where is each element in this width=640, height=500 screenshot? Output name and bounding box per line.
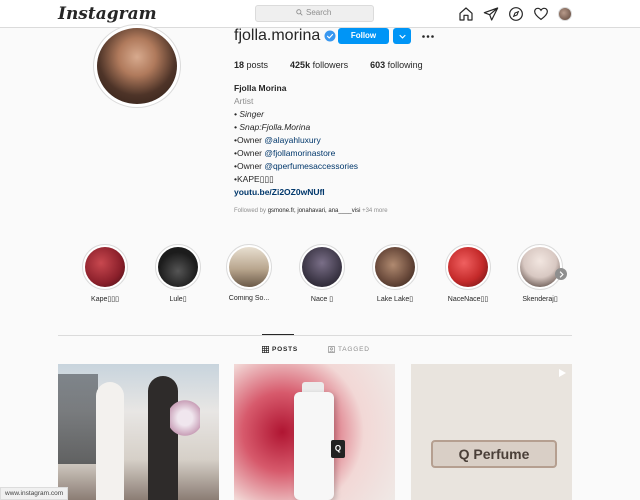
search-icon	[296, 9, 303, 16]
tab-tagged[interactable]: TAGGED	[328, 346, 370, 353]
profile-picture-image	[97, 28, 177, 104]
bio-website-link[interactable]: youtu.be/Zi2OZ0wNUfI	[234, 186, 358, 199]
highlight-label: Lake Lake▯	[376, 296, 414, 303]
followed-by-names: gsmone.fr, jonahavari, ana____visi	[267, 208, 361, 214]
highlight-item[interactable]: Lake Lake▯	[365, 244, 425, 303]
tabs-divider	[58, 335, 572, 336]
followers-count-value: 425k	[290, 60, 311, 70]
highlights-next-button[interactable]	[555, 268, 567, 280]
video-icon	[559, 369, 566, 377]
suggested-accounts-button[interactable]	[393, 28, 411, 44]
following-count-value: 603	[370, 60, 386, 70]
search-input[interactable]: Search	[255, 5, 374, 22]
followed-by[interactable]: Followed by gsmone.fr, jonahavari, ana__…	[234, 208, 388, 214]
more-options-button[interactable]	[421, 28, 435, 44]
search-placeholder: Search	[306, 8, 332, 17]
highlight-label: Nace ▯	[310, 296, 334, 303]
post-thumbnail[interactable]: Q	[234, 364, 395, 500]
followed-by-more: +34 more	[360, 208, 388, 214]
top-navigation-bar: Instagram Search	[0, 0, 640, 28]
tab-posts-label: POSTS	[272, 346, 299, 353]
tab-posts[interactable]: POSTS	[262, 346, 298, 353]
chevron-down-icon	[398, 34, 406, 39]
mention-link-qperfumesaccessories[interactable]: @qperfumesaccessories	[264, 161, 358, 171]
following-count-label: following	[387, 60, 423, 70]
post-photo-person	[148, 376, 178, 500]
activity-heart-icon[interactable]	[533, 6, 549, 22]
post-thumbnail[interactable]: Q Perfume	[411, 364, 572, 500]
mention-link-alayahluxury[interactable]: @alayahluxury	[264, 135, 320, 145]
direct-icon[interactable]	[483, 6, 499, 22]
grid-icon	[262, 346, 269, 353]
bio-line-owner-2: •Owner @fjollamorinastore	[234, 147, 358, 160]
perfume-bottle	[294, 392, 334, 500]
posts-count: 18 posts	[234, 60, 268, 70]
instagram-logo[interactable]: Instagram	[58, 4, 157, 24]
following-link[interactable]: 603 following	[370, 60, 423, 70]
highlight-item[interactable]: Kape▯▯▯	[75, 244, 135, 303]
post-photo-crowd	[58, 374, 98, 464]
verified-badge-icon	[324, 30, 336, 42]
posts-count-value: 18	[234, 60, 245, 70]
profile-picture[interactable]	[93, 24, 181, 108]
profile-bio: Fjolla Morina Artist • Singer • Snap:Fjo…	[234, 82, 358, 199]
highlight-label: Lule▯	[169, 296, 187, 303]
profile-username: fjolla.morina	[234, 27, 321, 44]
bio-owner-prefix: •Owner	[234, 148, 265, 158]
highlight-item[interactable]: Coming So...	[219, 244, 279, 302]
highlight-cover	[448, 247, 488, 287]
explore-icon[interactable]	[508, 6, 524, 22]
home-icon[interactable]	[458, 6, 474, 22]
q-perfume-sign: Q Perfume	[431, 440, 557, 468]
username-row: fjolla.morina	[234, 27, 336, 45]
tagged-icon	[328, 346, 335, 353]
active-tab-indicator	[262, 334, 294, 335]
posts-count-label: posts	[246, 60, 269, 70]
highlight-cover	[375, 247, 415, 287]
bio-line-owner-3: •Owner @qperfumesaccessories	[234, 160, 358, 173]
bio-line-snap: • Snap:Fjolla.Morina	[234, 122, 311, 132]
bio-line-owner-1: •Owner @alayahluxury	[234, 134, 358, 147]
mention-link-fjollamorinastore[interactable]: @fjollamorinastore	[264, 148, 335, 158]
profile-avatar[interactable]	[558, 7, 572, 21]
followers-count-label: followers	[312, 60, 349, 70]
highlight-cover	[520, 247, 560, 287]
highlight-item[interactable]: Nace ▯	[292, 244, 352, 303]
perfume-bottle-label: Q	[331, 440, 345, 458]
post-thumbnail[interactable]	[58, 364, 219, 500]
bio-line-kape: •KAPE▯▯▯	[234, 174, 274, 184]
highlight-cover	[229, 247, 269, 287]
highlight-cover	[302, 247, 342, 287]
highlight-label: Skenderaj▯	[522, 296, 558, 303]
followers-link[interactable]: 425k followers	[290, 60, 348, 70]
chevron-right-icon	[559, 270, 564, 278]
highlight-cover	[85, 247, 125, 287]
more-dots-icon	[422, 34, 434, 38]
highlight-item[interactable]: NaceNace▯▯	[438, 244, 498, 303]
category-label: Artist	[234, 96, 254, 106]
bio-owner-prefix: •Owner	[234, 135, 265, 145]
story-highlights: Kape▯▯▯ Lule▯ Coming So... Nace ▯ Lake L…	[0, 244, 640, 304]
full-name: Fjolla Morina	[234, 83, 287, 93]
highlight-label: Coming So...	[228, 295, 270, 302]
nav-icons	[458, 6, 572, 22]
profile-stats: 18 posts 425k followers 603 following	[234, 60, 445, 70]
browser-status-bar: www.instagram.com	[0, 487, 69, 500]
follow-button[interactable]: Follow	[338, 28, 389, 44]
tab-tagged-label: TAGGED	[338, 346, 370, 353]
highlight-label: NaceNace▯▯	[447, 296, 489, 303]
bio-line-singer: • Singer	[234, 109, 264, 119]
followed-by-prefix: Followed by	[234, 208, 268, 214]
highlight-item[interactable]: Lule▯	[148, 244, 208, 303]
post-photo-flowers	[170, 398, 200, 438]
highlight-cover	[158, 247, 198, 287]
bio-owner-prefix: •Owner	[234, 161, 265, 171]
highlight-label: Kape▯▯▯	[91, 296, 119, 303]
post-photo-person	[96, 382, 124, 500]
